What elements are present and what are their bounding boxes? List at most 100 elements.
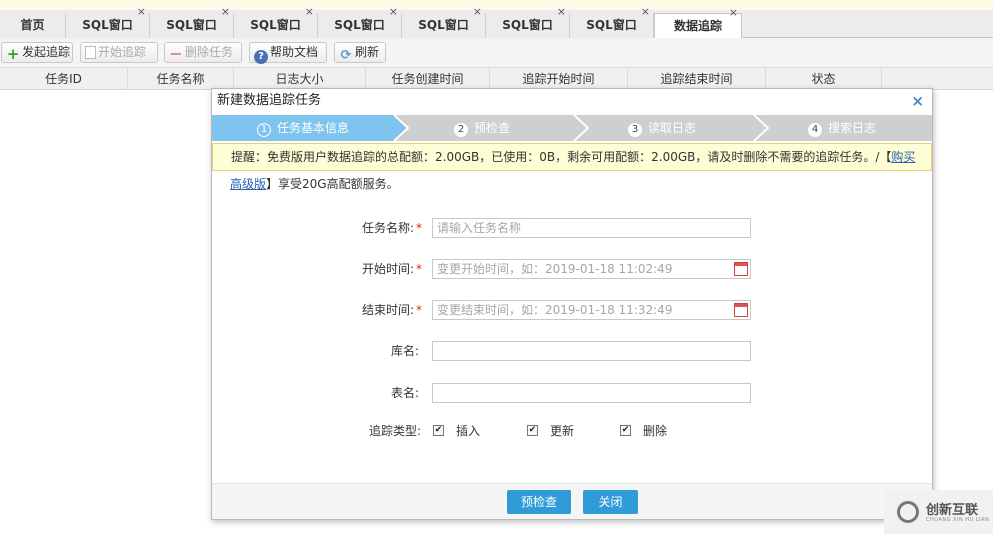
watermark-name: 创新互联 — [926, 503, 979, 518]
table-input[interactable] — [432, 383, 751, 403]
step-number: 3 — [628, 123, 642, 137]
premium-link[interactable]: 高级版 — [230, 177, 266, 191]
quota-warning-suffix: 】享受20G高配额服务。 — [266, 177, 399, 191]
tab-home[interactable]: 首页 — [0, 13, 66, 38]
step-basic-info: 1 任务基本信息 — [257, 115, 349, 141]
close-button[interactable]: 关闭 — [583, 490, 638, 514]
delete-label: 删除 — [643, 424, 668, 438]
tab-sql-window-3[interactable]: SQL窗口 × — [234, 5, 318, 38]
tab-label: 首页 — [20, 18, 45, 32]
table-label: 表名: — [390, 386, 419, 400]
close-icon[interactable]: × — [911, 89, 924, 113]
column-trace-start[interactable]: 追踪开始时间 — [490, 68, 628, 90]
column-task-id[interactable]: 任务ID — [0, 68, 128, 90]
step-number: 1 — [257, 123, 271, 137]
tab-sql-window-2[interactable]: SQL窗口 × — [150, 5, 234, 38]
trace-type-row: 追踪类型: ✔ 插入 ✔ 更新 ✔ 删除 — [212, 420, 932, 442]
tab-close-icon[interactable]: × — [557, 5, 566, 19]
start-trace-button[interactable]: + 发起追踪 — [1, 42, 73, 63]
step-read-log: 3 读取日志 — [628, 115, 696, 141]
step-label: 搜索日志 — [828, 121, 877, 135]
table-row: 表名: — [212, 382, 932, 404]
task-name-input[interactable] — [432, 218, 751, 238]
tab-close-icon[interactable]: × — [305, 5, 314, 19]
quota-warning-continued: 高级版】享受20G高配额服务。 — [230, 176, 399, 192]
delete-checkbox[interactable]: ✔ — [620, 425, 631, 436]
begin-trace-label: 开始追踪 — [98, 45, 147, 59]
tab-label: SQL窗口 — [250, 18, 301, 32]
refresh-button[interactable]: ⟳ 刷新 — [334, 42, 386, 63]
calendar-icon[interactable] — [734, 262, 748, 276]
buy-link[interactable]: 购买 — [891, 150, 915, 164]
tab-close-icon[interactable]: × — [221, 5, 230, 19]
tab-sql-window-4[interactable]: SQL窗口 × — [318, 5, 402, 38]
watermark-logo: 创新互联 CHUANG XIN HU LIAN — [884, 490, 993, 534]
start-time-input[interactable] — [432, 259, 751, 279]
wizard-steps: 1 任务基本信息 2 预检查 3 读取日志 4 搜索日志 — [212, 115, 932, 141]
end-time-label-text: 结束时间: — [361, 303, 414, 317]
begin-trace-button[interactable]: 开始追踪 — [80, 42, 158, 63]
calendar-icon[interactable] — [734, 303, 748, 317]
database-input[interactable] — [432, 341, 751, 361]
tab-label: SQL窗口 — [586, 18, 637, 32]
step-label: 预检查 — [474, 121, 511, 135]
required-mark: * — [416, 303, 422, 317]
tab-label: SQL窗口 — [418, 18, 469, 32]
end-time-input[interactable] — [432, 300, 751, 320]
delete-task-button[interactable]: − 删除任务 — [164, 42, 242, 63]
end-time-row: 结束时间: * — [212, 299, 932, 321]
tab-close-icon[interactable]: × — [473, 5, 482, 19]
help-doc-button[interactable]: ? 帮助文档 — [249, 42, 327, 64]
start-time-label-text: 开始时间: — [361, 262, 414, 276]
column-log-size[interactable]: 日志大小 — [234, 68, 366, 90]
tab-label: 数据追踪 — [673, 19, 722, 33]
task-name-row: 任务名称: * — [212, 217, 932, 239]
tab-sql-window-6[interactable]: SQL窗口 × — [486, 5, 570, 38]
required-mark: * — [416, 221, 422, 235]
dialog-footer: 预检查 关闭 — [212, 483, 932, 519]
document-icon — [85, 46, 96, 59]
database-row: 库名: — [212, 340, 932, 362]
tab-close-icon[interactable]: × — [729, 6, 738, 20]
step-label: 任务基本信息 — [277, 121, 350, 135]
step-number: 4 — [808, 123, 822, 137]
tab-label: SQL窗口 — [334, 18, 385, 32]
help-icon: ? — [254, 50, 268, 64]
tab-label: SQL窗口 — [502, 18, 553, 32]
end-time-label: 结束时间: * — [312, 299, 422, 321]
column-task-name[interactable]: 任务名称 — [128, 68, 234, 90]
insert-checkbox[interactable]: ✔ — [433, 425, 444, 436]
required-mark: * — [416, 262, 422, 276]
tab-data-trace[interactable]: 数据追踪 × — [654, 6, 742, 39]
tab-bar: 首页 SQL窗口 × SQL窗口 × SQL窗口 × SQL窗口 × SQL窗口 × SQ… — [0, 5, 993, 39]
update-label: 更新 — [550, 424, 575, 438]
tab-sql-window-1[interactable]: SQL窗口 × — [66, 5, 150, 38]
tab-close-icon[interactable]: × — [137, 5, 146, 19]
tab-close-icon[interactable]: × — [641, 5, 650, 19]
precheck-button[interactable]: 预检查 — [507, 490, 571, 514]
step-search-log: 4 搜索日志 — [808, 115, 876, 141]
column-status[interactable]: 状态 — [766, 68, 882, 90]
quota-warning: 提醒：免费版用户数据追踪的总配额：2.00GB，已使用：0B，剩余可用配额：2.… — [212, 143, 932, 171]
update-checkbox[interactable]: ✔ — [527, 425, 538, 436]
task-name-label: 任务名称: * — [312, 217, 422, 239]
start-time-label: 开始时间: * — [312, 258, 422, 280]
tab-sql-window-5[interactable]: SQL窗口 × — [402, 5, 486, 38]
start-time-row: 开始时间: * — [212, 258, 932, 280]
logo-icon — [897, 501, 919, 523]
column-trace-end[interactable]: 追踪结束时间 — [628, 68, 766, 90]
tab-label: SQL窗口 — [82, 18, 133, 32]
column-task-created[interactable]: 任务创建时间 — [366, 68, 490, 90]
tab-close-icon[interactable]: × — [389, 5, 398, 19]
trace-type-label: 追踪类型: — [368, 424, 421, 438]
task-name-label-text: 任务名称: — [361, 221, 414, 235]
step-precheck: 2 预检查 — [454, 115, 510, 141]
refresh-icon: ⟳ — [340, 48, 352, 63]
minus-icon: − — [169, 44, 183, 63]
toolbar: + 发起追踪 开始追踪 − 删除任务 ? 帮助文档 ⟳ 刷新 — [0, 38, 993, 68]
quota-warning-text: 提醒：免费版用户数据追踪的总配额：2.00GB，已使用：0B，剩余可用配额：2.… — [231, 150, 892, 164]
top-notice-strip — [0, 0, 993, 10]
tab-sql-window-7[interactable]: SQL窗口 × — [570, 5, 654, 38]
watermark-subtitle: CHUANG XIN HU LIAN — [926, 517, 990, 523]
dialog-title: 新建数据追踪任务 — [217, 93, 322, 108]
